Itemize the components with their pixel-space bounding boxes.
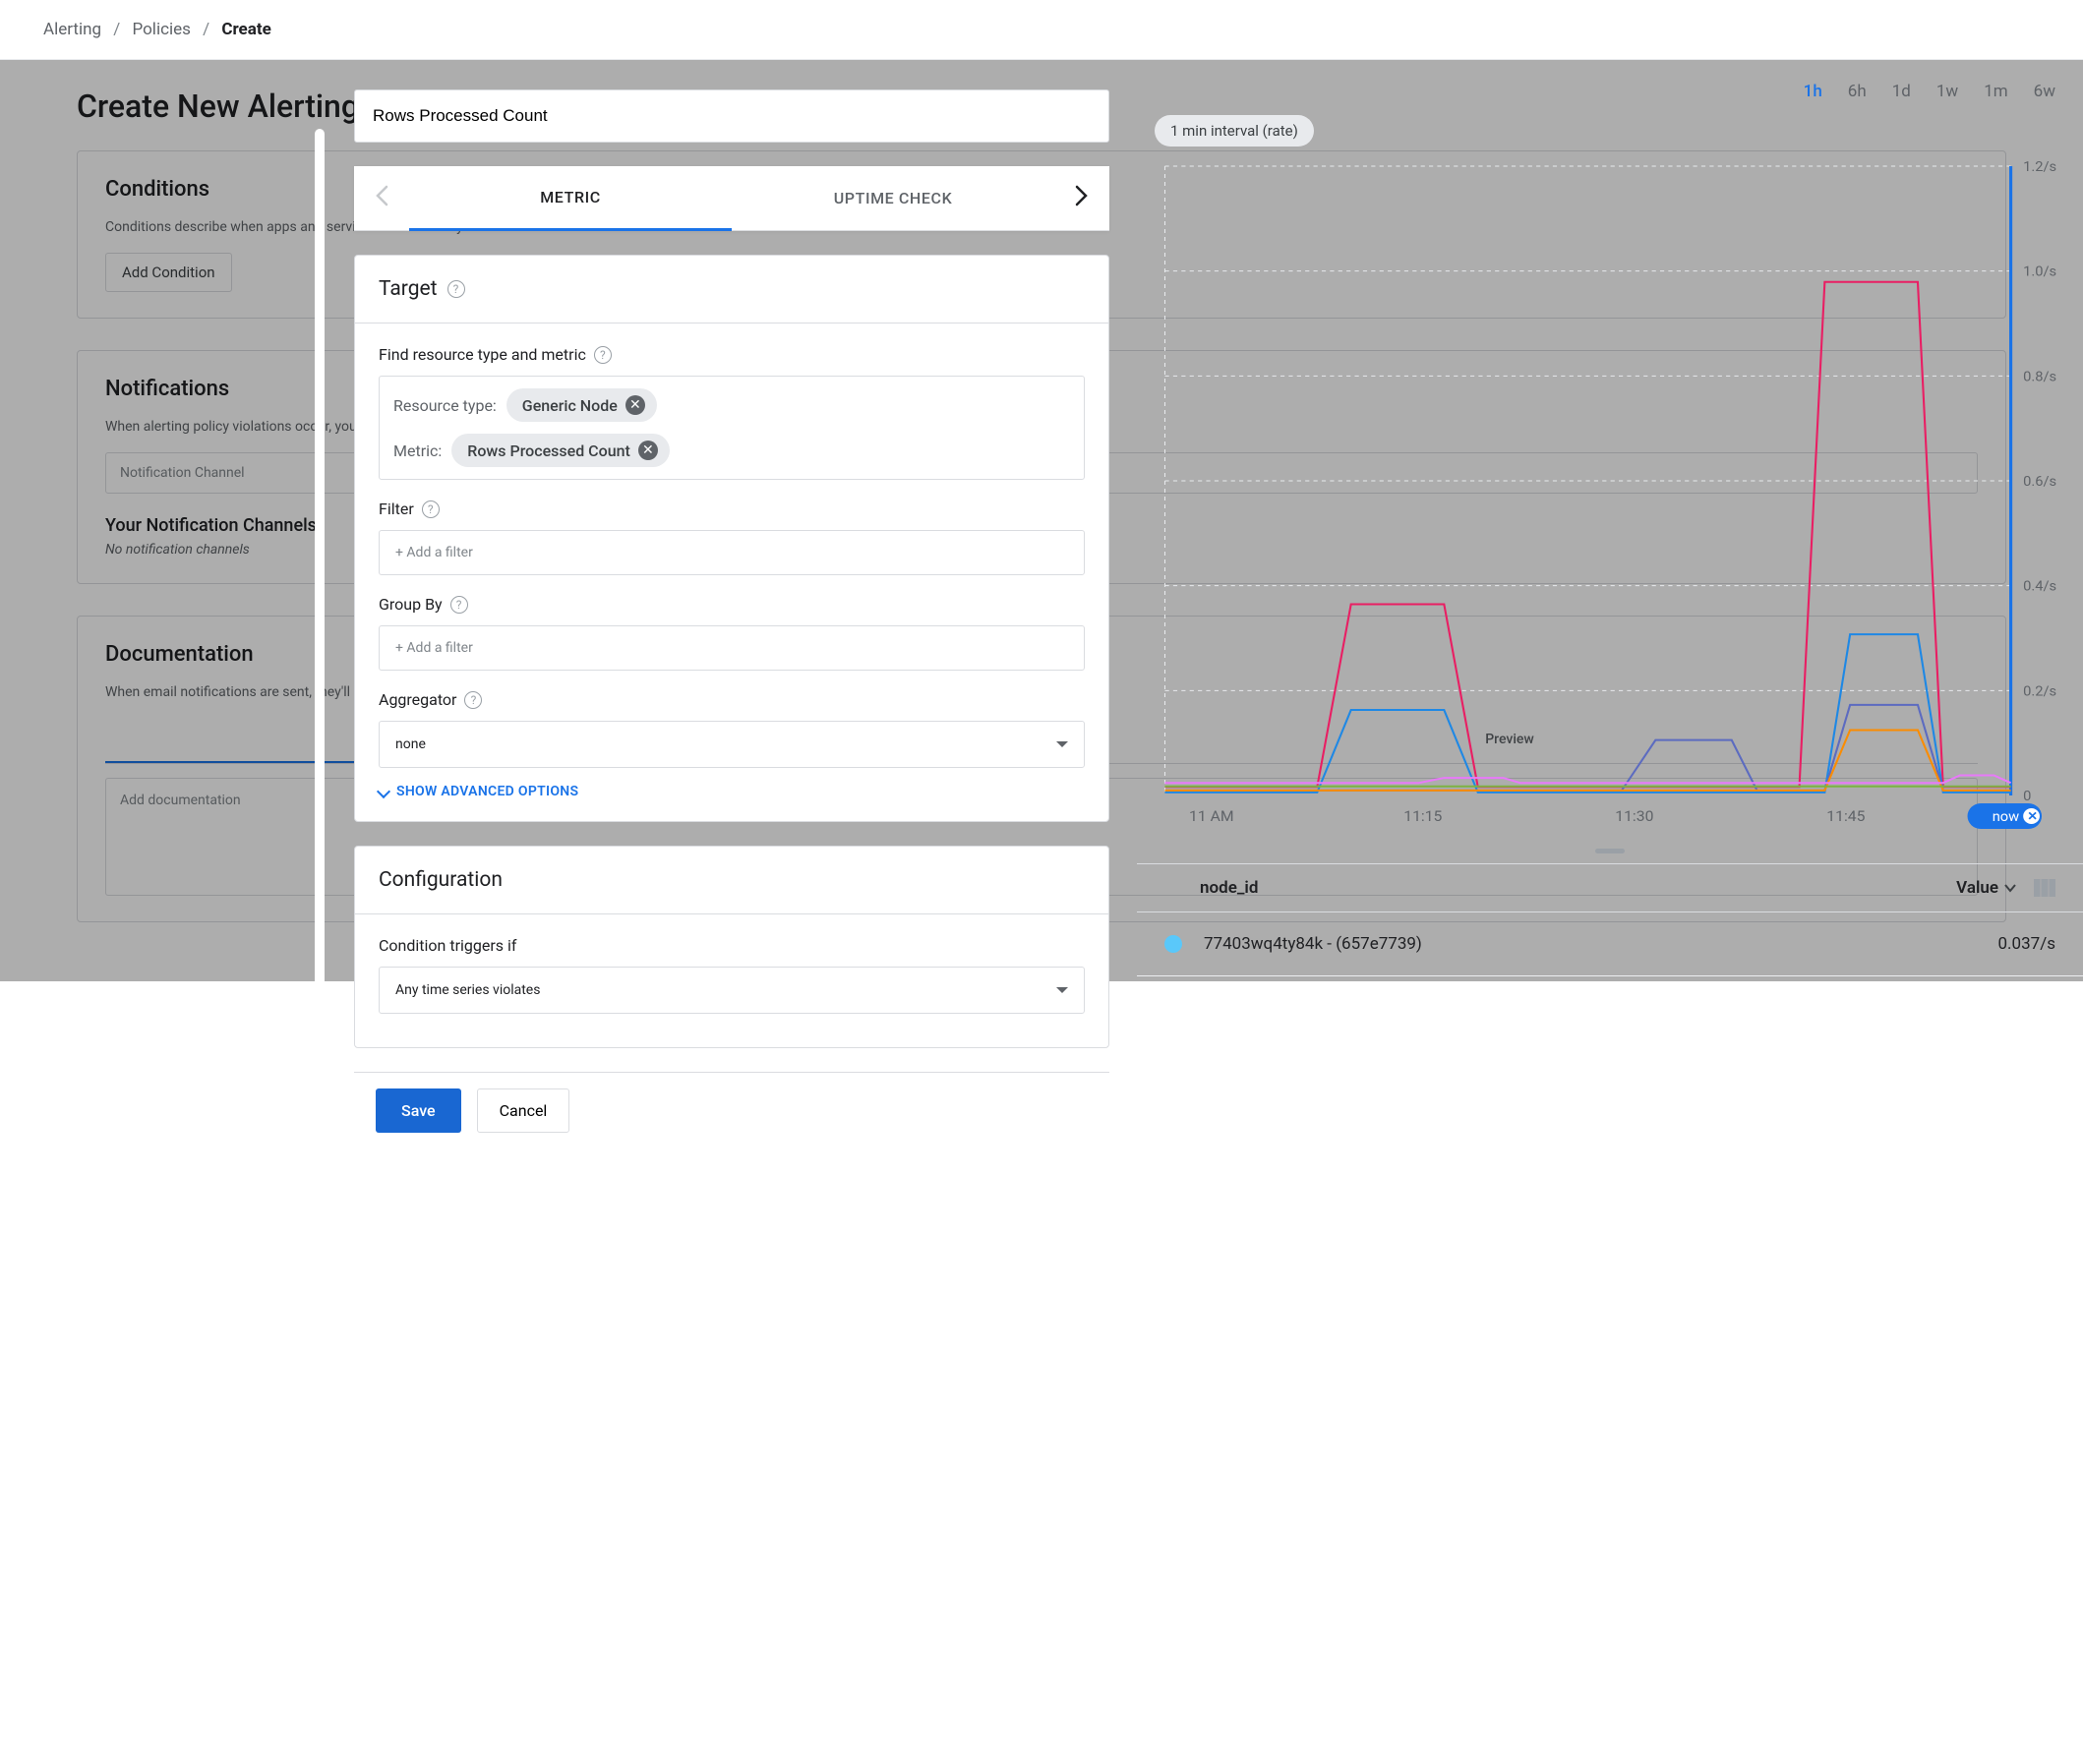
svg-text:0.4/s: 0.4/s: [2023, 578, 2056, 595]
target-section: Target ? Find resource type and metric ?…: [354, 255, 1109, 822]
legend-row[interactable]: 03guhbfpak0w7 - (d8c80bef)0.017/s: [1137, 976, 2083, 981]
legend-value-label: Value: [1956, 878, 1998, 898]
svg-text:✕: ✕: [2027, 810, 2038, 824]
columns-icon[interactable]: [2034, 879, 2055, 897]
triggers-label: Condition triggers if: [379, 936, 516, 955]
resource-metric-picker[interactable]: Resource type: Generic Node ✕ Metric: Ro…: [379, 376, 1085, 480]
svg-text:11:15: 11:15: [1403, 807, 1443, 825]
breadcrumb-alerting[interactable]: Alerting: [43, 20, 101, 39]
series-color-dot: [1164, 935, 1182, 953]
svg-text:1.0/s: 1.0/s: [2023, 264, 2056, 280]
groupby-input[interactable]: + Add a filter: [379, 625, 1085, 671]
legend-key-header[interactable]: node_id: [1200, 878, 1258, 898]
cancel-button[interactable]: Cancel: [477, 1088, 570, 1133]
time-range-1m[interactable]: 1m: [1984, 82, 2007, 101]
svg-text:11:45: 11:45: [1826, 807, 1866, 825]
filter-label: Filter: [379, 500, 414, 518]
tab-prev-arrow[interactable]: [354, 173, 409, 224]
show-advanced-toggle[interactable]: SHOW ADVANCED OPTIONS: [379, 784, 1085, 799]
legend-resize-handle[interactable]: [1595, 849, 1625, 853]
tab-uptime[interactable]: UPTIME CHECK: [732, 167, 1054, 229]
tab-metric[interactable]: METRIC: [409, 166, 732, 231]
help-icon[interactable]: ?: [464, 691, 482, 709]
metric-chip[interactable]: Rows Processed Count ✕: [451, 434, 670, 467]
svg-text:0.2/s: 0.2/s: [2023, 683, 2056, 700]
svg-text:0.6/s: 0.6/s: [2023, 473, 2056, 490]
time-range-6h[interactable]: 6h: [1848, 82, 1867, 101]
legend-row[interactable]: 77403wq4ty84k - (657e7739) 0.037/s: [1137, 912, 2083, 976]
time-range-1w[interactable]: 1w: [1936, 82, 1958, 101]
metric-chip-label: Rows Processed Count: [467, 441, 630, 460]
help-icon[interactable]: ?: [594, 346, 612, 364]
panel-scrollbar[interactable]: [315, 129, 325, 1535]
time-range-6w[interactable]: 6w: [2034, 82, 2055, 101]
save-button[interactable]: Save: [376, 1088, 461, 1133]
configuration-section: Configuration Condition triggers if Any …: [354, 846, 1109, 1048]
aggregator-label: Aggregator: [379, 690, 456, 709]
breadcrumb: Alerting / Policies / Create: [0, 0, 2083, 60]
tab-next-arrow[interactable]: [1054, 173, 1109, 224]
metric-label: Metric:: [393, 441, 442, 460]
chevron-right-icon: [1075, 185, 1089, 206]
triggers-select[interactable]: Any time series violates: [379, 967, 1085, 1014]
resource-type-label: Resource type:: [393, 396, 497, 415]
svg-text:now: now: [1993, 808, 2020, 825]
aggregator-value: none: [395, 736, 426, 752]
time-range-1d[interactable]: 1d: [1892, 82, 1911, 101]
aggregator-select[interactable]: none: [379, 721, 1085, 768]
interval-pill: 1 min interval (rate): [1155, 115, 1314, 147]
condition-name-input[interactable]: [354, 89, 1109, 143]
find-metric-label: Find resource type and metric: [379, 345, 586, 364]
time-range-1h[interactable]: 1h: [1804, 82, 1822, 101]
legend-id: 77403wq4ty84k - (657e7739): [1204, 934, 1422, 954]
svg-text:11:30: 11:30: [1615, 807, 1653, 825]
chevron-down-icon: [377, 785, 390, 798]
metric-chart[interactable]: 0 0.2/s 0.4/s 0.6/s 0.8/s 1.0/s 1.2/s 11 AM 11:1…: [1155, 156, 2083, 845]
condition-type-tabbar: METRIC UPTIME CHECK: [354, 166, 1109, 231]
chevron-down-icon: [2004, 882, 2016, 894]
time-range-picker: 1h 6h 1d 1w 1m 6w: [1137, 74, 2083, 115]
svg-text:11 AM: 11 AM: [1189, 807, 1234, 825]
filter-input[interactable]: + Add a filter: [379, 530, 1085, 575]
show-advanced-label: SHOW ADVANCED OPTIONS: [396, 784, 578, 799]
chevron-left-icon: [375, 185, 388, 206]
breadcrumb-policies[interactable]: Policies: [133, 20, 191, 39]
breadcrumb-current: Create: [221, 20, 270, 39]
triggers-value: Any time series violates: [395, 982, 540, 998]
legend-table: node_id Value 77403wq4ty84k - (657e7739)…: [1137, 863, 2083, 981]
svg-text:0.8/s: 0.8/s: [2023, 369, 2056, 385]
condition-editor-panel: METRIC UPTIME CHECK Target ? Find resour…: [315, 60, 2083, 981]
help-icon[interactable]: ?: [422, 500, 440, 518]
configuration-heading: Configuration: [379, 868, 503, 892]
remove-resource-icon[interactable]: ✕: [625, 395, 645, 415]
help-icon[interactable]: ?: [447, 280, 465, 298]
svg-text:1.2/s: 1.2/s: [2023, 158, 2056, 175]
remove-metric-icon[interactable]: ✕: [638, 441, 658, 460]
chevron-down-icon: [1056, 987, 1068, 999]
help-icon[interactable]: ?: [450, 596, 468, 614]
legend-value-header[interactable]: Value: [1956, 878, 2016, 898]
legend-value: 0.037/s: [1998, 934, 2056, 954]
chevron-down-icon: [1056, 741, 1068, 753]
svg-text:0: 0: [2023, 788, 2031, 804]
resource-type-chip-label: Generic Node: [522, 396, 618, 415]
groupby-label: Group By: [379, 595, 443, 614]
resource-type-chip[interactable]: Generic Node ✕: [506, 388, 657, 422]
target-heading: Target: [379, 277, 438, 301]
